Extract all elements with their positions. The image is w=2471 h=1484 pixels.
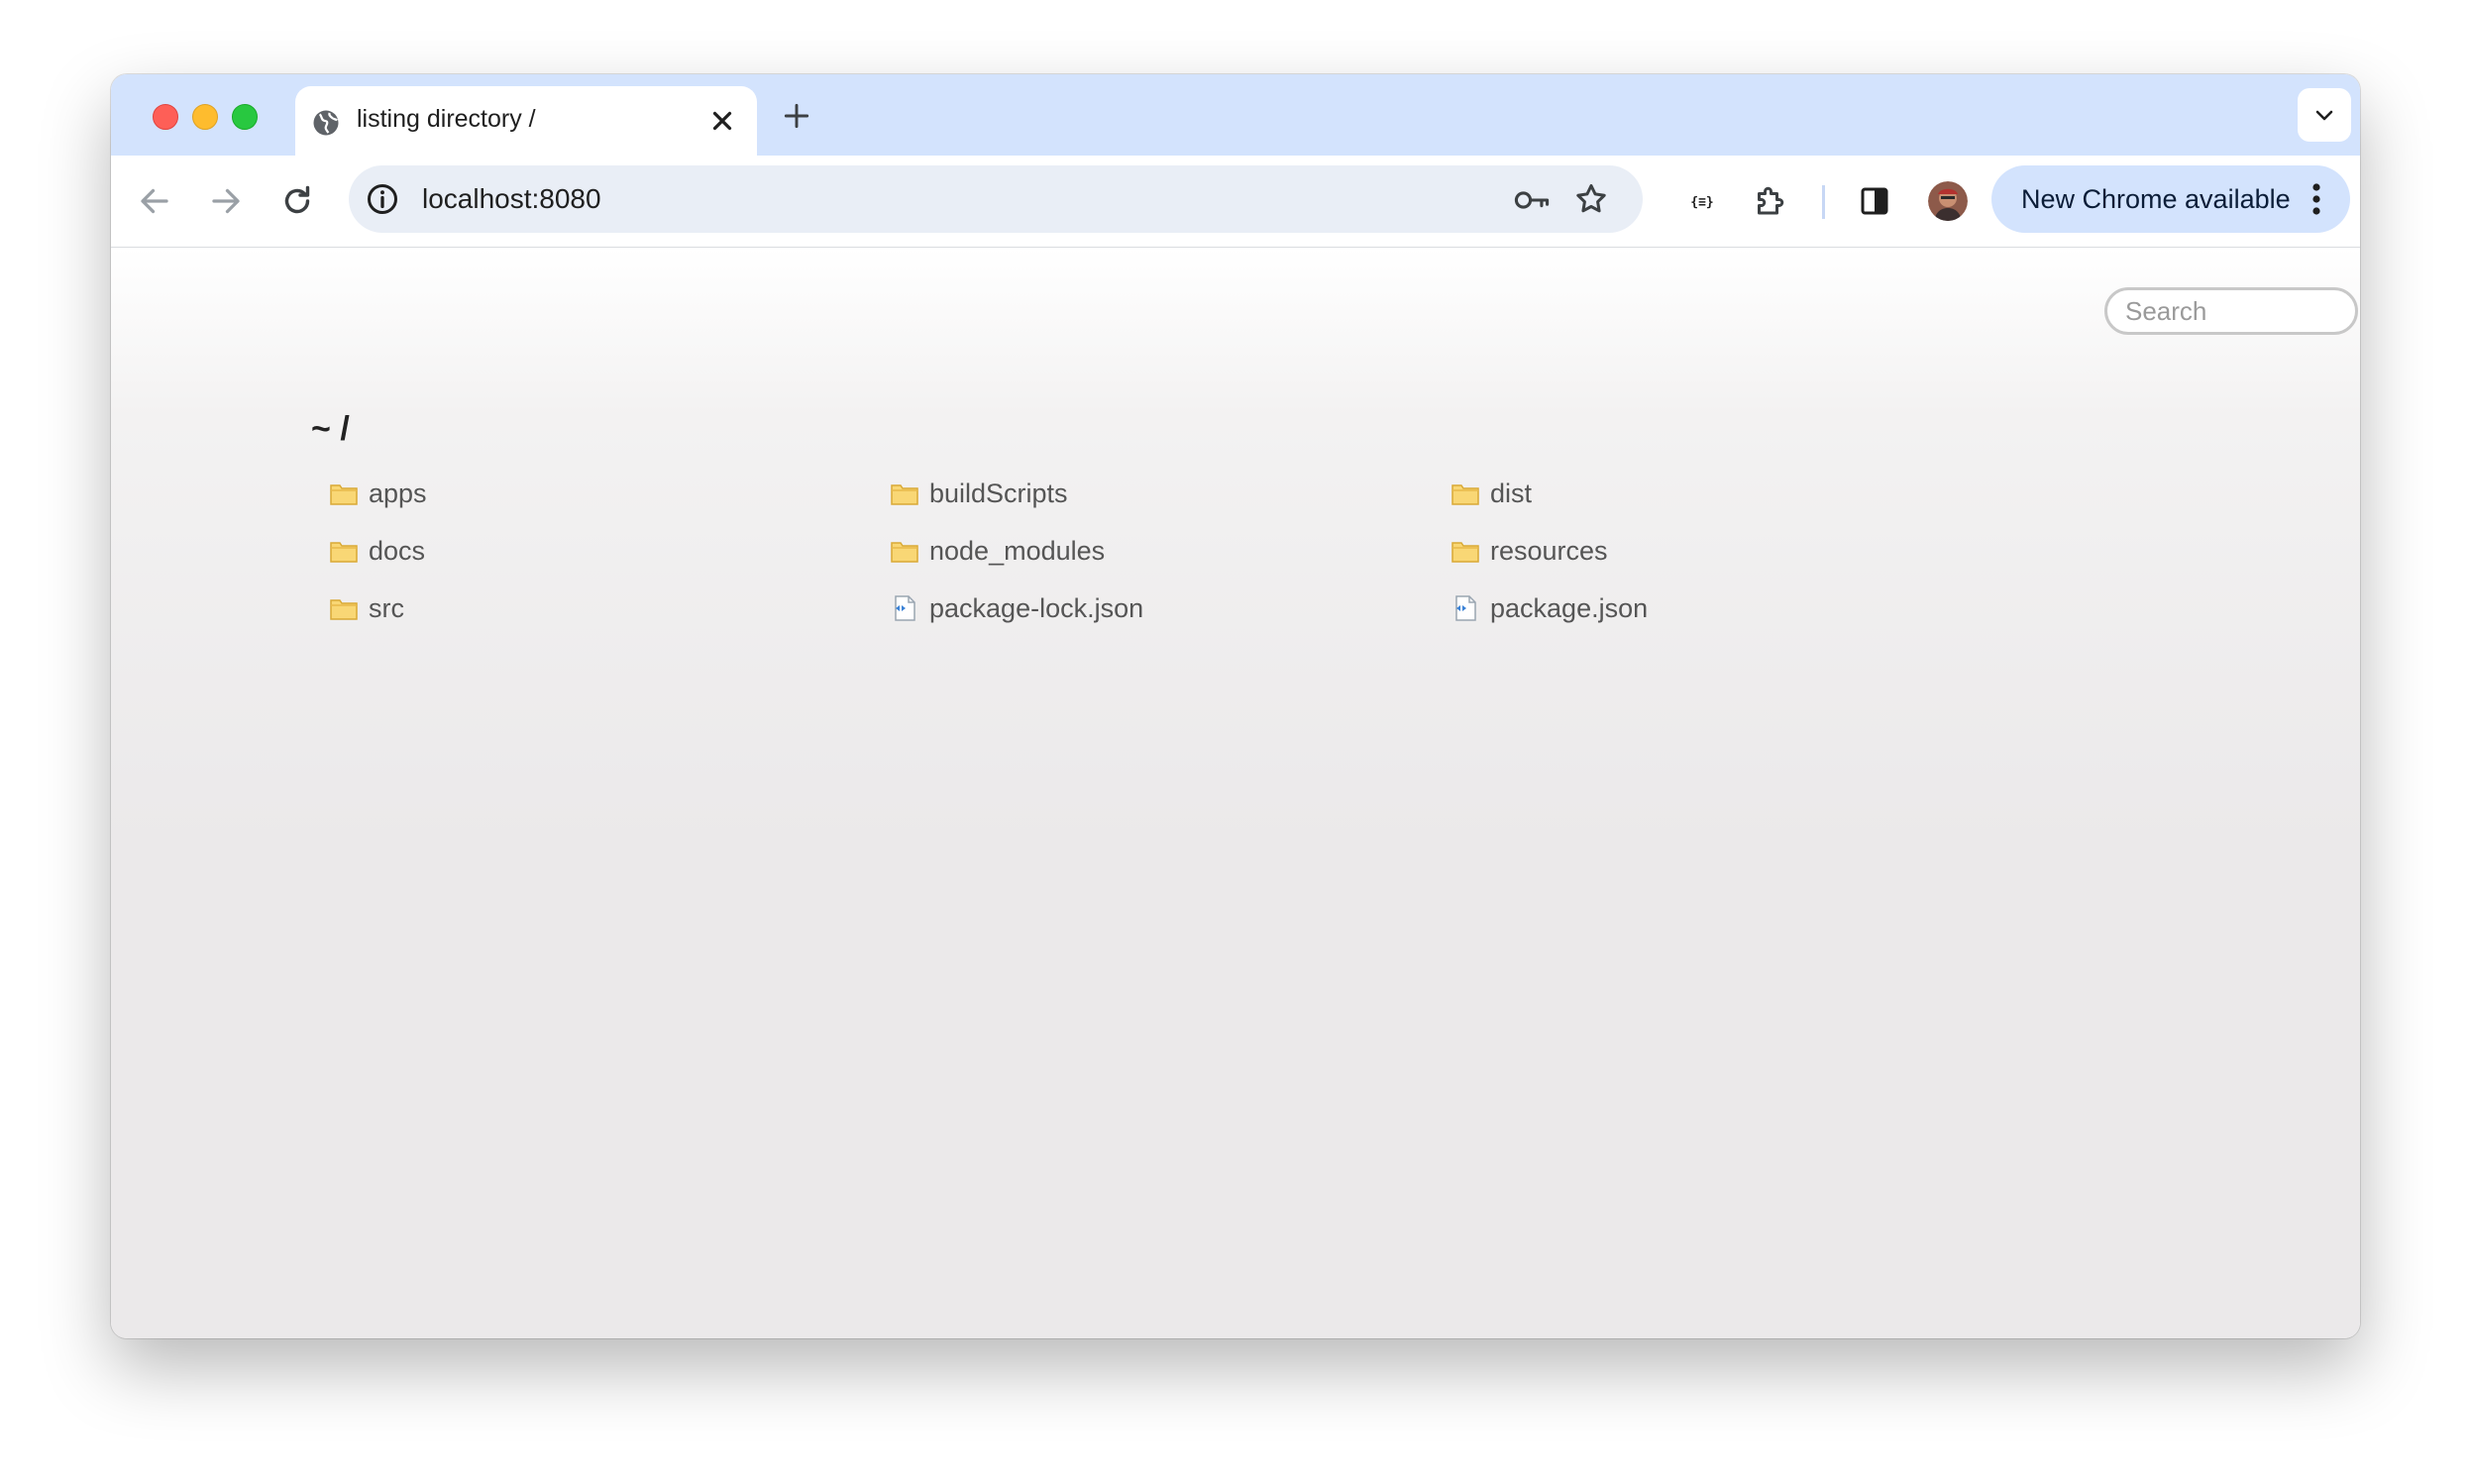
breadcrumb-separator: / <box>340 410 350 448</box>
tab-title: listing directory / <box>357 105 536 133</box>
url-text[interactable]: localhost:8080 <box>422 183 601 215</box>
file-name: package.json <box>1490 592 1649 623</box>
browser-toolbar: localhost:8080 {≡} New Chrome available <box>111 156 2360 248</box>
toolbar-separator <box>1822 185 1825 219</box>
site-info-icon[interactable] <box>365 181 400 217</box>
address-bar[interactable]: localhost:8080 <box>349 165 1643 233</box>
extensions-puzzle-icon[interactable] <box>1752 183 1787 219</box>
tab-close-icon[interactable] <box>707 106 737 136</box>
new-tab-icon[interactable] <box>781 100 812 132</box>
forward-arrow-icon[interactable] <box>208 183 244 219</box>
tab-search-button[interactable] <box>2298 88 2351 142</box>
tab-active[interactable]: listing directory / <box>295 86 757 156</box>
file-item-buildscripts[interactable]: buildScripts <box>890 474 1068 513</box>
folder-icon <box>1451 542 1479 563</box>
file-item-apps[interactable]: apps <box>329 474 427 513</box>
folder-icon <box>330 542 358 563</box>
window-minimize-button[interactable] <box>192 104 218 130</box>
browser-window: listing directory / localhost:8080 {≡} N… <box>111 74 2360 1338</box>
globe-icon <box>313 110 339 136</box>
file-name: apps <box>369 477 427 508</box>
folder-icon <box>1451 484 1479 505</box>
file-item-dist[interactable]: dist <box>1450 474 1532 513</box>
file-item-resources[interactable]: resources <box>1450 531 1608 571</box>
reload-icon[interactable] <box>279 183 315 219</box>
side-panel-icon[interactable] <box>1857 183 1892 219</box>
folder-icon <box>330 599 358 620</box>
folder-icon <box>891 484 918 505</box>
file-item-src[interactable]: src <box>329 588 404 628</box>
file-item-package-json[interactable]: package.json <box>1450 588 1648 628</box>
search-input[interactable] <box>2104 287 2358 335</box>
page-content: ~ / apps buildScripts dist docs no <box>111 248 2360 1338</box>
file-name: package-lock.json <box>929 592 1144 623</box>
tab-strip: listing directory / <box>111 74 2360 156</box>
window-maximize-button[interactable] <box>232 104 258 130</box>
file-name: docs <box>369 535 426 566</box>
file-item-node-modules[interactable]: node_modules <box>890 531 1105 571</box>
file-name: buildScripts <box>929 477 1068 508</box>
json-file-icon <box>895 595 915 621</box>
svg-text:{≡}: {≡} <box>1690 195 1713 210</box>
json-file-icon <box>1455 595 1476 621</box>
file-item-package-lock-json[interactable]: package-lock.json <box>890 588 1143 628</box>
breadcrumb-home-link[interactable]: ~ <box>311 410 331 448</box>
update-chip-label: New Chrome available <box>2021 184 2291 214</box>
new-chrome-available-button[interactable]: New Chrome available <box>1991 165 2350 233</box>
profile-avatar[interactable] <box>1928 181 1968 221</box>
folder-icon <box>330 484 358 505</box>
folder-icon <box>891 542 918 563</box>
file-name: dist <box>1490 477 1533 508</box>
json-viewer-extension-icon[interactable]: {≡} <box>1684 183 1720 219</box>
file-name: node_modules <box>929 535 1106 566</box>
breadcrumb: ~ / <box>311 410 350 449</box>
window-close-button[interactable] <box>153 104 178 130</box>
file-name: src <box>369 592 404 623</box>
avatar-image <box>1928 181 1968 221</box>
bookmark-star-icon[interactable] <box>1573 181 1609 217</box>
chevron-down-icon <box>2315 110 2333 121</box>
file-item-docs[interactable]: docs <box>329 531 425 571</box>
more-menu-icon[interactable] <box>2307 181 2326 217</box>
back-arrow-icon[interactable] <box>137 183 172 219</box>
file-name: resources <box>1490 535 1608 566</box>
password-key-icon[interactable] <box>1512 183 1552 217</box>
